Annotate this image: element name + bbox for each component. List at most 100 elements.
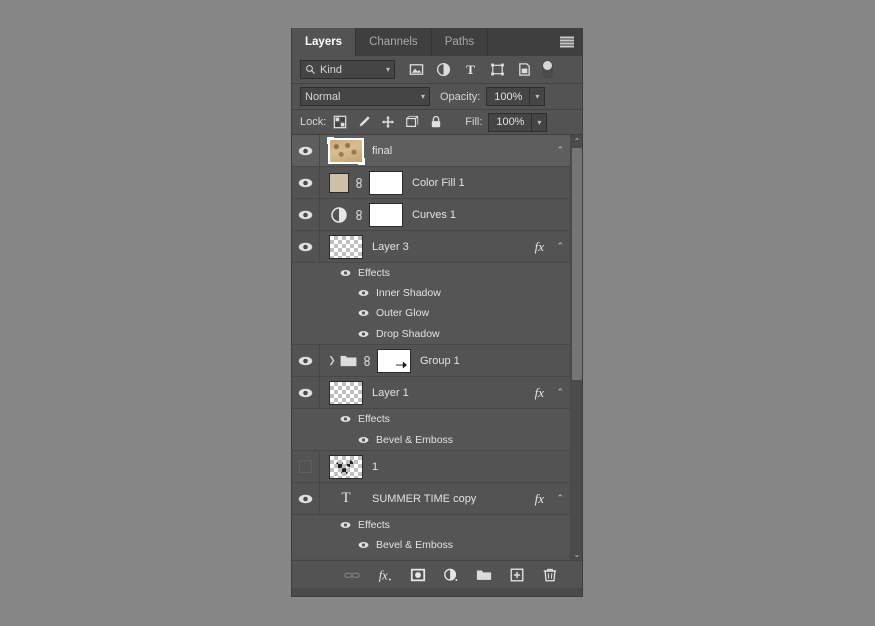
layer-fx-badge[interactable]: fx: [535, 239, 544, 255]
layer-name[interactable]: Color Fill 1: [403, 177, 465, 189]
layer-visibility-toggle[interactable]: [292, 345, 320, 376]
layer-fx-badge[interactable]: fx: [535, 385, 544, 401]
color-fill-swatch[interactable]: [329, 173, 349, 193]
tab-channels[interactable]: Channels: [356, 28, 432, 56]
filter-enable-toggle[interactable]: [542, 60, 553, 79]
group-mask-thumbnail[interactable]: [377, 349, 411, 373]
layer-name[interactable]: Layer 3: [363, 241, 409, 253]
new-layer-icon[interactable]: [509, 567, 525, 583]
table-row[interactable]: Color Fill 1: [292, 167, 570, 199]
layer-thumbnail[interactable]: [329, 381, 363, 405]
scroll-up-arrow-icon[interactable]: ⌃: [571, 135, 582, 147]
link-layers-icon[interactable]: [354, 175, 364, 191]
eye-icon[interactable]: [358, 330, 369, 338]
table-row[interactable]: Layer 3 fx ⌃: [292, 231, 570, 263]
tab-layers[interactable]: Layers: [292, 28, 356, 56]
layer-name[interactable]: SUMMER TIME copy: [356, 493, 476, 505]
lock-all-icon[interactable]: [429, 115, 443, 129]
curves-adjustment-icon[interactable]: [329, 205, 349, 225]
layer-name[interactable]: final: [363, 145, 392, 157]
shape-layer-filter-icon[interactable]: [490, 62, 505, 77]
lock-image-pixels-icon[interactable]: [357, 115, 371, 129]
layer-list-scrollbar[interactable]: ⌃ ⌄: [570, 135, 582, 560]
layer-thumbnail-cell: [320, 235, 363, 259]
chevron-right-icon[interactable]: ❯: [326, 355, 338, 366]
delete-layer-icon[interactable]: [542, 567, 558, 583]
effect-row[interactable]: Bevel & Emboss: [292, 429, 570, 451]
chevron-up-icon[interactable]: ⌃: [556, 387, 564, 398]
table-row[interactable]: T SUMMER TIME copy fx ⌃: [292, 483, 570, 515]
table-row[interactable]: final ⌃: [292, 135, 570, 167]
type-layer-icon[interactable]: T: [336, 490, 356, 507]
svg-text:fx: fx: [379, 568, 388, 582]
table-row[interactable]: ❯ Group 1: [292, 345, 570, 377]
layer-visibility-toggle[interactable]: [292, 167, 320, 198]
adjustment-layer-filter-icon[interactable]: [436, 62, 451, 77]
fill-stepper-icon[interactable]: ▾: [531, 114, 546, 131]
fill-field[interactable]: 100% ▾: [488, 113, 547, 132]
effect-row[interactable]: Outer Glow: [292, 303, 570, 323]
blend-mode-select[interactable]: Normal ▾: [300, 87, 430, 106]
layer-visibility-toggle[interactable]: [292, 135, 320, 166]
eye-icon[interactable]: [340, 269, 351, 277]
layer-name[interactable]: Layer 1: [363, 387, 409, 399]
fill-label: Fill:: [465, 116, 482, 128]
lock-artboard-nesting-icon[interactable]: [405, 115, 419, 129]
layer-fx-badge[interactable]: fx: [535, 491, 544, 507]
add-layer-mask-icon[interactable]: [410, 567, 426, 583]
effects-group-row[interactable]: Effects: [292, 409, 570, 429]
smart-object-filter-icon[interactable]: [517, 62, 532, 77]
type-layer-filter-icon[interactable]: T: [463, 62, 478, 77]
opacity-field[interactable]: 100% ▾: [486, 87, 545, 106]
table-row[interactable]: Layer 1 fx ⌃: [292, 377, 570, 409]
layer-mask-thumbnail[interactable]: [369, 203, 403, 227]
effects-group-row[interactable]: Effects: [292, 515, 570, 535]
effects-group-row[interactable]: Effects: [292, 263, 570, 283]
table-row[interactable]: Curves 1: [292, 199, 570, 231]
eye-icon[interactable]: [340, 521, 351, 529]
table-row[interactable]: 1: [292, 451, 570, 483]
eye-icon[interactable]: [358, 436, 369, 444]
link-layers-icon[interactable]: [344, 567, 360, 583]
effect-row[interactable]: Inner Shadow: [292, 283, 570, 303]
lock-transparent-pixels-icon[interactable]: [333, 115, 347, 129]
layer-visibility-toggle[interactable]: [292, 451, 320, 482]
panel-resize-handle[interactable]: [292, 588, 582, 596]
chevron-up-icon[interactable]: ⌃: [556, 493, 564, 504]
chevron-up-icon[interactable]: ⌃: [556, 145, 564, 156]
effects-label: Effects: [358, 519, 390, 531]
layer-visibility-toggle[interactable]: [292, 377, 320, 408]
layer-kind-select[interactable]: Kind ▾: [300, 60, 395, 79]
opacity-stepper-icon[interactable]: ▾: [529, 88, 544, 105]
pixel-layer-filter-icon[interactable]: [409, 62, 424, 77]
scrollbar-thumb[interactable]: [572, 148, 582, 380]
scroll-down-arrow-icon[interactable]: ⌄: [571, 548, 582, 560]
eye-icon[interactable]: [358, 541, 369, 549]
hamburger-menu-icon[interactable]: [560, 37, 574, 48]
layer-visibility-toggle[interactable]: [292, 483, 320, 514]
new-group-icon[interactable]: [476, 567, 492, 583]
lock-position-icon[interactable]: [381, 115, 395, 129]
eye-icon[interactable]: [340, 415, 351, 423]
add-layer-style-icon[interactable]: fx: [377, 567, 393, 583]
eye-icon[interactable]: [358, 289, 369, 297]
eye-icon[interactable]: [358, 309, 369, 317]
link-layers-icon[interactable]: [354, 207, 364, 223]
layer-name[interactable]: 1: [363, 461, 378, 473]
effect-row[interactable]: Drop Shadow: [292, 323, 570, 345]
layer-mask-thumbnail[interactable]: [369, 171, 403, 195]
effect-row[interactable]: Bevel & Emboss: [292, 535, 570, 555]
effects-label: Effects: [358, 413, 390, 425]
layer-name[interactable]: Curves 1: [403, 209, 456, 221]
layer-thumbnail[interactable]: [329, 455, 363, 479]
tab-paths[interactable]: Paths: [432, 28, 488, 56]
layer-name[interactable]: Group 1: [411, 355, 460, 367]
link-layers-icon[interactable]: [362, 353, 372, 369]
layer-visibility-toggle[interactable]: [292, 199, 320, 230]
opacity-value: 100%: [487, 91, 529, 103]
chevron-up-icon[interactable]: ⌃: [556, 241, 564, 252]
new-adjustment-layer-icon[interactable]: [443, 567, 459, 583]
layer-visibility-toggle[interactable]: [292, 231, 320, 262]
layer-thumbnail[interactable]: [329, 235, 363, 259]
layer-thumbnail[interactable]: [329, 139, 363, 163]
